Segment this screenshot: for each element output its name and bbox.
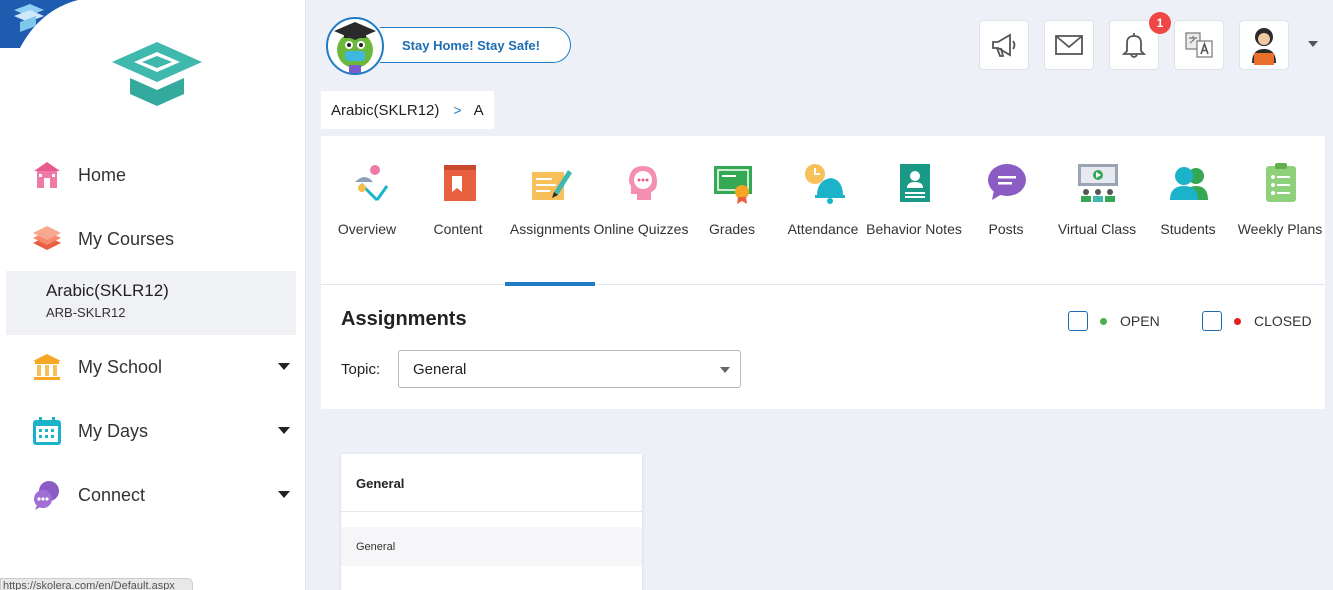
user-menu-button[interactable] xyxy=(1239,20,1289,70)
course-name: Arabic(SKLR12) xyxy=(46,281,169,300)
tab-label: Overview xyxy=(337,221,397,237)
language-button[interactable] xyxy=(1174,20,1224,70)
virtual-class-icon xyxy=(1078,164,1118,202)
breadcrumb-separator: > xyxy=(453,102,462,118)
announcements-button[interactable] xyxy=(979,20,1029,70)
selected-course[interactable]: Arabic(SKLR12) ARB-SKLR12 xyxy=(6,271,296,335)
nav-my-courses-label: My Courses xyxy=(78,228,175,249)
checklist-icon xyxy=(1266,163,1296,202)
home-icon xyxy=(30,158,64,192)
nav-my-school[interactable]: My School xyxy=(6,335,296,399)
closed-filter[interactable]: CLOSED xyxy=(1202,311,1312,331)
tab-overview[interactable]: Overview xyxy=(321,136,413,285)
tab-label: Assignments xyxy=(509,221,591,237)
course-panel: Overview Content Assignments Online Quiz… xyxy=(321,136,1325,409)
quiz-head-icon xyxy=(629,166,657,200)
chevron-down-icon xyxy=(720,367,730,373)
status-url: https://skolera.com/en/Default.aspx xyxy=(0,578,193,590)
tab-assignments[interactable]: Assignments xyxy=(504,136,596,286)
bell-clock-icon xyxy=(805,164,845,204)
messages-button[interactable] xyxy=(1044,20,1094,70)
breadcrumb: Arabic(SKLR12) > A xyxy=(321,91,494,129)
nav-my-days-label: My Days xyxy=(78,420,149,441)
nav-connect-label: Connect xyxy=(78,484,146,505)
closed-label: CLOSED xyxy=(1254,313,1312,329)
tab-content[interactable]: Content xyxy=(412,136,504,285)
list-item[interactable]: General xyxy=(341,527,642,566)
chevron-down-icon[interactable] xyxy=(278,427,290,434)
students-icon xyxy=(1170,167,1208,200)
tab-online-quizzes[interactable]: Online Quizzes xyxy=(594,136,688,285)
active-tab-indicator xyxy=(505,282,595,286)
chevron-down-icon[interactable] xyxy=(278,491,290,498)
school-icon xyxy=(30,350,64,384)
tab-label: Behavior Notes xyxy=(866,221,962,237)
breadcrumb-course[interactable]: Arabic(SKLR12) xyxy=(331,102,439,119)
tab-label: Content xyxy=(433,221,483,237)
course-code: ARB-SKLR12 xyxy=(46,305,126,320)
open-label: OPEN xyxy=(1120,313,1160,329)
tab-weekly-plans[interactable]: Weekly Plans xyxy=(1234,136,1326,285)
nav-my-days[interactable]: My Days xyxy=(6,399,296,463)
tab-students[interactable]: Students xyxy=(1142,136,1234,285)
book-icon xyxy=(444,165,476,201)
nav-my-courses[interactable]: My Courses xyxy=(6,207,296,271)
user-avatar xyxy=(1252,28,1276,65)
translate-icon xyxy=(1185,32,1213,58)
tab-label: Grades xyxy=(709,221,755,237)
open-status-dot xyxy=(1100,317,1107,325)
mail-icon xyxy=(1055,35,1083,55)
courses-icon xyxy=(30,222,64,256)
tab-grades[interactable]: Grades xyxy=(686,136,778,285)
tab-label: Attendance xyxy=(787,221,859,237)
topic-card-title: General xyxy=(341,454,642,512)
megaphone-icon xyxy=(992,33,1016,57)
corner-logo-icon[interactable] xyxy=(0,0,78,48)
open-checkbox[interactable] xyxy=(1068,311,1088,331)
chevron-down-icon[interactable] xyxy=(278,363,290,370)
topic-select[interactable]: General xyxy=(398,350,741,388)
bell-icon xyxy=(1121,33,1147,58)
mascot-avatar xyxy=(326,17,384,75)
tab-label: Virtual Class xyxy=(1057,221,1137,237)
chevron-down-icon[interactable] xyxy=(1308,41,1318,47)
tab-posts[interactable]: Posts xyxy=(960,136,1052,285)
sidebar: Home My Courses Arabic(SKLR12) ARB-SKLR1… xyxy=(0,0,306,590)
tab-label: Posts xyxy=(988,221,1024,237)
tab-attendance[interactable]: Attendance xyxy=(777,136,869,285)
tab-behavior-notes[interactable]: Behavior Notes xyxy=(866,136,962,285)
closed-checkbox[interactable] xyxy=(1202,311,1222,331)
topic-selected-value: General xyxy=(413,360,467,378)
section-title: Assignments xyxy=(341,308,467,330)
open-filter[interactable]: OPEN xyxy=(1068,311,1160,331)
chat-bubble-icon xyxy=(30,478,64,512)
stay-safe-banner[interactable]: Stay Home! Stay Safe! xyxy=(380,27,571,63)
tab-label: Weekly Plans xyxy=(1237,221,1323,237)
calendar-icon xyxy=(30,414,64,448)
nav-connect[interactable]: Connect xyxy=(6,463,296,527)
lamp-icon xyxy=(355,165,389,202)
course-tabs: Overview Content Assignments Online Quiz… xyxy=(321,136,1326,286)
topic-card: General General xyxy=(341,454,642,590)
closed-status-dot xyxy=(1234,317,1241,325)
tab-virtual-class[interactable]: Virtual Class xyxy=(1051,136,1143,285)
certificate-icon xyxy=(714,166,752,204)
nav-my-school-label: My School xyxy=(78,356,163,377)
nav-home[interactable]: Home xyxy=(6,143,296,207)
tab-label: Students xyxy=(1160,221,1216,237)
speech-bubble-icon xyxy=(988,164,1026,200)
tab-label: Online Quizzes xyxy=(593,221,689,237)
breadcrumb-current: A xyxy=(473,101,484,119)
school-logo xyxy=(112,42,202,106)
badge-card-icon xyxy=(900,164,930,202)
assignment-icon xyxy=(532,170,572,200)
topic-label: Topic: xyxy=(341,361,381,378)
nav-home-label: Home xyxy=(78,164,127,185)
notification-badge: 1 xyxy=(1149,12,1171,34)
